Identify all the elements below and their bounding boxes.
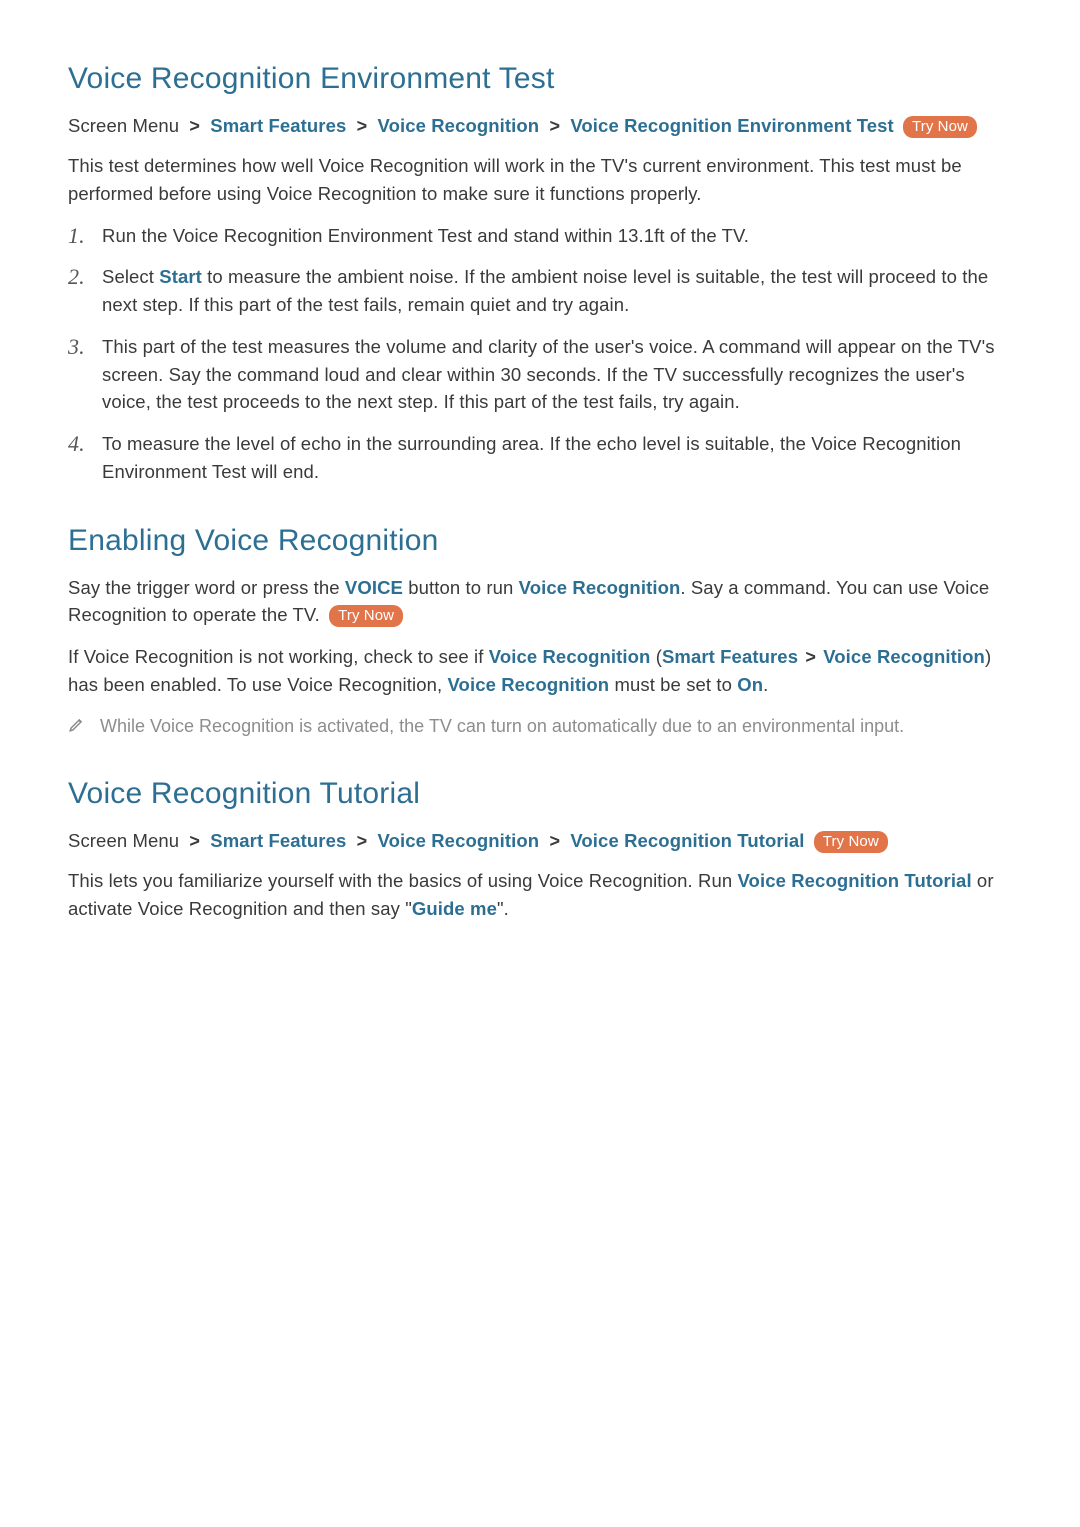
text: If Voice Recognition is not working, che… [68,646,489,667]
try-now-button[interactable]: Try Now [903,116,977,138]
step-body: Run the Voice Recognition Environment Te… [102,222,1012,250]
chevron-icon: > [184,116,205,136]
menu-path-vr-tutorial: Screen Menu > Smart Features > Voice Rec… [68,827,1012,855]
guide-me-label: Guide me [412,898,497,919]
menu-path-environment-test: Screen Menu > Smart Features > Voice Rec… [68,112,1012,140]
chevron-icon: > [544,116,565,136]
voice-recognition-label: Voice Recognition [519,577,681,598]
step-body: Select Start to measure the ambient nois… [102,263,1012,319]
para-tutorial: This lets you familiarize yourself with … [68,867,1012,923]
section-vr-tutorial: Voice Recognition Tutorial Screen Menu >… [68,777,1012,923]
chevron-icon: > [184,831,205,851]
heading-enabling-vr: Enabling Voice Recognition [68,524,1012,558]
note-text: While Voice Recognition is activated, th… [100,713,1012,739]
text: ( [650,646,662,667]
path-env-test: Voice Recognition Environment Test [570,115,893,136]
note-row: While Voice Recognition is activated, th… [68,713,1012,739]
voice-recognition-label: Voice Recognition [489,646,651,667]
note-pencil-icon [68,713,100,738]
text: ". [497,898,509,919]
list-item: 2. Select Start to measure the ambient n… [68,263,1012,319]
heading-vr-tutorial: Voice Recognition Tutorial [68,777,1012,811]
start-keyword: Start [159,266,202,287]
text: Say the trigger word or press the [68,577,345,598]
text: This lets you familiarize yourself with … [68,870,737,891]
step-body: To measure the level of echo in the surr… [102,430,1012,486]
voice-button-label: VOICE [345,577,403,598]
step-text: to measure the ambient noise. If the amb… [102,266,988,315]
steps-list: 1. Run the Voice Recognition Environment… [68,222,1012,486]
on-label: On [737,674,763,695]
path-voice-recognition: Voice Recognition [378,115,540,136]
heading-environment-test: Voice Recognition Environment Test [68,62,1012,96]
path-smart-features: Smart Features [210,830,346,851]
page-content: Voice Recognition Environment Test Scree… [0,0,1080,922]
step-body: This part of the test measures the volum… [102,333,1012,416]
list-item: 1. Run the Voice Recognition Environment… [68,222,1012,250]
chevron-icon: > [352,116,373,136]
path-voice-recognition: Voice Recognition [378,830,540,851]
section-environment-test: Voice Recognition Environment Test Scree… [68,62,1012,486]
chevron-icon: > [803,647,818,667]
text: must be set to [609,674,737,695]
text: button to run [403,577,519,598]
chevron-icon: > [544,831,565,851]
list-item: 4. To measure the level of echo in the s… [68,430,1012,486]
vr-tutorial-label: Voice Recognition Tutorial [737,870,971,891]
step-number: 4. [68,430,102,458]
step-number: 2. [68,263,102,291]
chevron-icon: > [352,831,373,851]
para-enable-2: If Voice Recognition is not working, che… [68,643,1012,699]
step-number: 3. [68,333,102,361]
section-enabling-vr: Enabling Voice Recognition Say the trigg… [68,524,1012,739]
voice-recognition-label: Voice Recognition [447,674,609,695]
para-enable-1: Say the trigger word or press the VOICE … [68,574,1012,630]
step-text: Select [102,266,159,287]
path-screen-menu: Screen Menu [68,115,179,136]
try-now-button[interactable]: Try Now [329,605,403,627]
path-vr-tutorial: Voice Recognition Tutorial [570,830,804,851]
path-smart-features: Smart Features [210,115,346,136]
smart-features-label: Smart Features [662,646,798,667]
intro-text: This test determines how well Voice Reco… [68,152,1012,208]
step-number: 1. [68,222,102,250]
voice-recognition-label: Voice Recognition [823,646,985,667]
try-now-button[interactable]: Try Now [814,831,888,853]
path-screen-menu: Screen Menu [68,830,179,851]
text: . [763,674,768,695]
list-item: 3. This part of the test measures the vo… [68,333,1012,416]
